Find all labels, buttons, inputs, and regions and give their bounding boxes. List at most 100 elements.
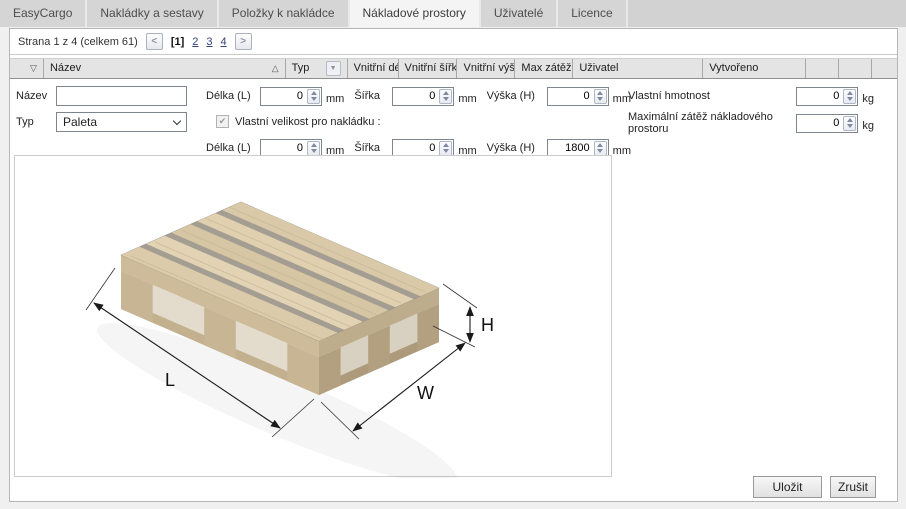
column-typ[interactable]: Typ ▼ — [286, 59, 348, 78]
spinner-buttons — [594, 141, 607, 156]
column-nazev[interactable]: Název △ — [44, 59, 286, 78]
spinner-down-icon[interactable] — [595, 148, 606, 155]
spinner-down-icon[interactable] — [595, 96, 606, 103]
arrow-up-icon — [311, 143, 317, 147]
tab-easycargo[interactable]: EasyCargo — [0, 0, 87, 27]
dimension-label-h: H — [481, 315, 494, 335]
content-panel: Strana 1 z 4 (celkem 61) < [1] 2 3 4 > ▽… — [9, 28, 898, 502]
easycargo-window: EasyCargo Nakládky a sestavy Položky k n… — [0, 0, 906, 509]
arrow-up-icon — [311, 91, 317, 95]
column-max-zatez[interactable]: Max zátěž — [515, 59, 573, 78]
length-outer-input[interactable] — [261, 88, 306, 105]
pagination-status: Strana 1 z 4 (celkem 61) — [18, 36, 138, 48]
width-inner-input[interactable] — [393, 140, 438, 157]
max-load-input[interactable] — [797, 115, 842, 132]
width-label: Šířka — [354, 142, 384, 154]
name-label: Název — [16, 87, 47, 106]
outer-dimensions-row: Délka (L) mm Šířka mm Výška (H) mm — [206, 86, 631, 106]
tab-nakladove-prostory[interactable]: Nákladové prostory — [350, 0, 481, 27]
sort-asc-icon[interactable]: △ — [272, 59, 279, 78]
length-inner-input[interactable] — [261, 140, 306, 157]
spinner-down-icon[interactable] — [308, 148, 319, 155]
width-outer-input[interactable] — [393, 88, 438, 105]
typ-filter-dropdown-button[interactable]: ▼ — [326, 61, 341, 76]
column-empty-1 — [806, 59, 839, 78]
arrow-down-icon — [443, 97, 449, 101]
unit-mm: mm — [613, 145, 631, 157]
column-filter[interactable]: ▽ — [10, 59, 44, 78]
column-label: Vnitřní šířka — [405, 59, 458, 78]
column-empty-2 — [839, 59, 872, 78]
arrow-up-icon — [597, 143, 603, 147]
arrow-down-icon — [311, 97, 317, 101]
page-link-3[interactable]: 3 — [206, 36, 212, 48]
spinner-down-icon[interactable] — [308, 96, 319, 103]
column-uzivatel[interactable]: Uživatel — [573, 59, 703, 78]
tab-nakladky-a-sestavy[interactable]: Nakládky a sestavy — [87, 0, 218, 27]
spinner-buttons — [594, 89, 607, 104]
arrow-down-icon — [847, 124, 853, 128]
next-page-button[interactable]: > — [235, 33, 252, 50]
filter-icon[interactable]: ▽ — [30, 59, 37, 78]
chevron-down-icon — [173, 116, 181, 124]
arrow-down-icon — [597, 149, 603, 153]
column-nazev-label: Název — [50, 59, 81, 78]
column-label: Vnitřní výška — [463, 59, 515, 78]
current-page[interactable]: [1] — [171, 36, 184, 48]
spinner-buttons — [439, 89, 452, 104]
pallet-image-panel: L W H — [14, 155, 612, 477]
page-link-4[interactable]: 4 — [221, 36, 227, 48]
dimension-label-l: L — [165, 370, 175, 390]
height-outer-input[interactable] — [548, 88, 593, 105]
column-vytvoreno[interactable]: Vytvořeno — [703, 59, 806, 78]
chevron-down-icon: ▼ — [330, 59, 337, 78]
arrow-up-icon — [847, 91, 853, 95]
save-button[interactable]: Uložit — [753, 476, 822, 498]
type-select[interactable]: Paleta — [56, 112, 187, 132]
column-vnitrni-delka[interactable]: Vnitřní délka — [348, 59, 399, 78]
tab-uzivatele[interactable]: Uživatelé — [481, 0, 558, 27]
spinner-buttons — [439, 141, 452, 156]
spinner-buttons — [843, 116, 856, 131]
max-load-spinner[interactable] — [796, 114, 858, 133]
cancel-button[interactable]: Zrušit — [830, 476, 876, 498]
own-weight-field: Vlastní hmotnost kg — [628, 86, 874, 106]
height-inner-input[interactable] — [548, 140, 593, 157]
length-label: Délka (L) — [206, 142, 252, 154]
tab-polozky-k-nakladce[interactable]: Položky k nakládce — [219, 0, 350, 27]
dimension-label-w: W — [417, 383, 434, 403]
pagination-bar: Strana 1 z 4 (celkem 61) < [1] 2 3 4 > — [10, 29, 897, 55]
type-label: Typ — [16, 113, 34, 132]
check-icon: ✔ — [219, 116, 227, 127]
name-input[interactable] — [56, 86, 187, 106]
column-label: Max zátěž — [521, 59, 571, 78]
column-vnitrni-sirka[interactable]: Vnitřní šířka — [399, 59, 458, 78]
arrow-up-icon — [443, 143, 449, 147]
height-outer-spinner[interactable] — [547, 87, 609, 106]
type-select-value: Paleta — [63, 115, 174, 129]
spinner-down-icon[interactable] — [440, 96, 451, 103]
arrow-down-icon — [443, 149, 449, 153]
tab-licence[interactable]: Licence — [558, 0, 627, 27]
tab-bar: EasyCargo Nakládky a sestavy Položky k n… — [0, 0, 906, 27]
column-label: Vytvořeno — [709, 59, 758, 78]
prev-page-button[interactable]: < — [146, 33, 163, 50]
column-vnitrni-vyska[interactable]: Vnitřní výška — [457, 59, 515, 78]
arrow-up-icon — [847, 118, 853, 122]
spinner-buttons — [307, 141, 320, 156]
custom-size-checkbox[interactable]: ✔ — [216, 115, 229, 128]
width-outer-spinner[interactable] — [392, 87, 454, 106]
table-header: ▽ Název △ Typ ▼ Vnitřní délka Vnitřní ší… — [10, 58, 897, 79]
arrow-up-icon — [597, 91, 603, 95]
spinner-down-icon[interactable] — [844, 123, 855, 130]
page-link-2[interactable]: 2 — [192, 36, 198, 48]
spinner-buttons — [307, 89, 320, 104]
spinner-down-icon[interactable] — [440, 148, 451, 155]
own-weight-spinner[interactable] — [796, 87, 858, 106]
length-outer-spinner[interactable] — [260, 87, 322, 106]
column-label: Uživatel — [579, 59, 618, 78]
max-load-label: Maximální zátěž nákladového prostoru — [628, 111, 796, 135]
own-weight-input[interactable] — [797, 88, 842, 105]
arrow-down-icon — [311, 149, 317, 153]
spinner-down-icon[interactable] — [844, 96, 855, 103]
